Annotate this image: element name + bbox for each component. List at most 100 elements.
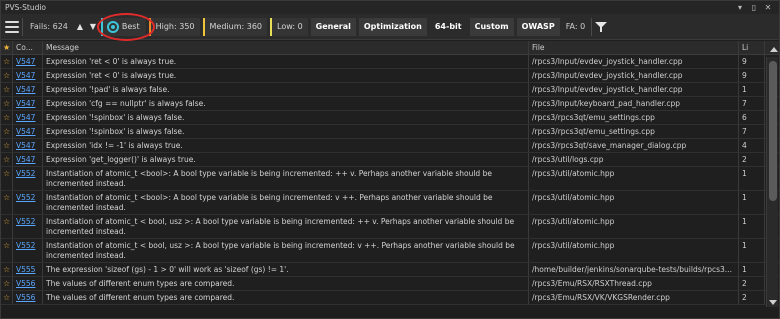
- warning-file: /rpcs3/rpcs3qt/emu_settings.cpp: [532, 113, 655, 122]
- star-icon[interactable]: ☆: [1, 97, 13, 110]
- warning-message: Expression '!pad' is always false.: [46, 85, 170, 94]
- scroll-down-icon[interactable]: [769, 300, 777, 305]
- title-bar: PVS-Studio ▾ ▯ ✕: [1, 1, 779, 14]
- scroll-up-icon: [770, 47, 778, 52]
- scrollbar-thumb[interactable]: [769, 61, 777, 201]
- warning-line: 2: [742, 279, 747, 288]
- warning-message: Expression 'ret < 0' is always true.: [46, 71, 177, 80]
- warning-code-link[interactable]: V555: [16, 265, 35, 274]
- warning-message: Expression 'idx != -1' is always true.: [46, 141, 183, 150]
- table-row[interactable]: ☆ V552 Instantiation of atomic_t < bool,…: [1, 215, 779, 239]
- general-filter-button[interactable]: General: [310, 17, 356, 36]
- warning-message: Instantiation of atomic_t < bool, usz >:…: [46, 241, 515, 260]
- warnings-table: ★ Co... Message File Li ☆ V547 Expressio…: [1, 41, 779, 305]
- star-icon[interactable]: ☆: [1, 277, 13, 290]
- star-icon[interactable]: ☆: [1, 153, 13, 166]
- optimization-filter-button[interactable]: Optimization: [358, 17, 427, 36]
- close-icon[interactable]: ✕: [761, 3, 775, 12]
- prev-arrow-icon[interactable]: ▲: [75, 22, 85, 31]
- warning-line: 1: [742, 241, 747, 250]
- star-icon[interactable]: ☆: [1, 111, 13, 124]
- warning-line: 1: [742, 193, 747, 202]
- header-code[interactable]: Co...: [13, 41, 43, 54]
- fa-count[interactable]: FA: 0: [563, 22, 589, 31]
- pin-icon[interactable]: ▯: [747, 3, 761, 12]
- warning-line: 1: [742, 217, 747, 226]
- star-icon[interactable]: ☆: [1, 83, 13, 96]
- warning-file: /rpcs3/Input/keyboard_pad_handler.cpp: [532, 99, 681, 108]
- warning-code-link[interactable]: V547: [16, 141, 35, 150]
- vertical-scrollbar[interactable]: [766, 57, 778, 307]
- table-row[interactable]: ☆ V547 Expression '!spinbox' is always f…: [1, 111, 779, 125]
- star-icon[interactable]: ☆: [1, 263, 13, 276]
- bit64-filter-button[interactable]: 64-bit: [430, 18, 467, 36]
- warning-message: The expression 'sizeof (gs) - 1 > 0' wil…: [46, 265, 289, 274]
- star-icon[interactable]: ☆: [1, 125, 13, 138]
- warning-line: 1: [742, 169, 747, 178]
- table-row[interactable]: ☆ V547 Expression 'cfg == nullptr' is al…: [1, 97, 779, 111]
- table-row[interactable]: ☆ V556 The values of different enum type…: [1, 291, 779, 305]
- general-label: General: [315, 22, 351, 31]
- star-icon[interactable]: ☆: [1, 215, 13, 238]
- warning-code-link[interactable]: V547: [16, 155, 35, 164]
- table-row[interactable]: ☆ V552 Instantiation of atomic_t < bool,…: [1, 239, 779, 263]
- medium-filter-button[interactable]: Medium: 360: [202, 17, 268, 36]
- star-icon[interactable]: ☆: [1, 291, 13, 304]
- warning-code-link[interactable]: V547: [16, 113, 35, 122]
- table-row[interactable]: ☆ V552 Instantiation of atomic_t <bool>:…: [1, 191, 779, 215]
- star-icon[interactable]: ☆: [1, 69, 13, 82]
- warning-code-link[interactable]: V547: [16, 71, 35, 80]
- table-row[interactable]: ☆ V556 The values of different enum type…: [1, 277, 779, 291]
- best-filter-button[interactable]: Best: [96, 12, 155, 41]
- custom-filter-button[interactable]: Custom: [469, 17, 514, 36]
- warning-code-link[interactable]: V556: [16, 293, 35, 302]
- table-row[interactable]: ☆ V547 Expression 'ret < 0' is always tr…: [1, 55, 779, 69]
- next-arrow-icon[interactable]: ▼: [88, 22, 98, 31]
- star-icon[interactable]: ☆: [1, 167, 13, 190]
- warning-file: /home/builder/jenkins/sonarqube-tests/bu…: [532, 265, 732, 274]
- table-row[interactable]: ☆ V547 Expression 'ret < 0' is always tr…: [1, 69, 779, 83]
- star-icon[interactable]: ☆: [1, 239, 13, 262]
- table-row[interactable]: ☆ V547 Expression 'idx != -1' is always …: [1, 139, 779, 153]
- warning-code-link[interactable]: V547: [16, 99, 35, 108]
- warning-line: 4: [742, 141, 747, 150]
- table-row[interactable]: ☆ V552 Instantiation of atomic_t <bool>:…: [1, 167, 779, 191]
- warning-message: Expression 'ret < 0' is always true.: [46, 57, 177, 66]
- warning-file: /rpcs3/Input/evdev_joystick_handler.cpp: [532, 57, 683, 66]
- table-row[interactable]: ☆ V547 Expression '!spinbox' is always f…: [1, 125, 779, 139]
- warning-message: The values of different enum types are c…: [46, 279, 235, 288]
- warning-code-link[interactable]: V552: [16, 241, 35, 250]
- table-header: ★ Co... Message File Li: [1, 41, 779, 55]
- warning-code-link[interactable]: V547: [16, 127, 35, 136]
- warning-file: /rpcs3/util/atomic.hpp: [532, 241, 615, 250]
- table-row[interactable]: ☆ V547 Expression '!pad' is always false…: [1, 83, 779, 97]
- warning-line: 6: [742, 113, 747, 122]
- warning-code-link[interactable]: V547: [16, 57, 35, 66]
- scroll-up-button[interactable]: [765, 41, 779, 54]
- warning-line: 1: [742, 265, 747, 274]
- star-icon[interactable]: ☆: [1, 55, 13, 68]
- owasp-filter-button[interactable]: OWASP: [516, 17, 560, 36]
- star-icon[interactable]: ☆: [1, 191, 13, 214]
- high-filter-button[interactable]: High: 350: [148, 17, 200, 36]
- header-star[interactable]: ★: [1, 41, 13, 54]
- filter-icon[interactable]: [595, 21, 608, 33]
- dropdown-icon[interactable]: ▾: [733, 3, 747, 12]
- table-row[interactable]: ☆ V547 Expression 'get_logger()' is alwa…: [1, 153, 779, 167]
- warning-code-link[interactable]: V552: [16, 169, 35, 178]
- header-line[interactable]: Li: [739, 41, 765, 54]
- warning-code-link[interactable]: V552: [16, 217, 35, 226]
- warning-code-link[interactable]: V547: [16, 85, 35, 94]
- header-file[interactable]: File: [529, 41, 739, 54]
- low-filter-button[interactable]: Low: 0: [270, 17, 308, 36]
- star-icon[interactable]: ☆: [1, 139, 13, 152]
- warning-line: 9: [742, 57, 747, 66]
- table-row[interactable]: ☆ V555 The expression 'sizeof (gs) - 1 >…: [1, 263, 779, 277]
- warning-code-link[interactable]: V552: [16, 193, 35, 202]
- warning-message: Instantiation of atomic_t <bool>: A bool…: [46, 193, 493, 212]
- warning-code-link[interactable]: V556: [16, 279, 35, 288]
- warning-message: Expression '!spinbox' is always false.: [46, 127, 185, 136]
- header-message[interactable]: Message: [43, 41, 529, 54]
- warning-message: Instantiation of atomic_t <bool>: A bool…: [46, 169, 492, 188]
- menu-icon[interactable]: [5, 20, 19, 33]
